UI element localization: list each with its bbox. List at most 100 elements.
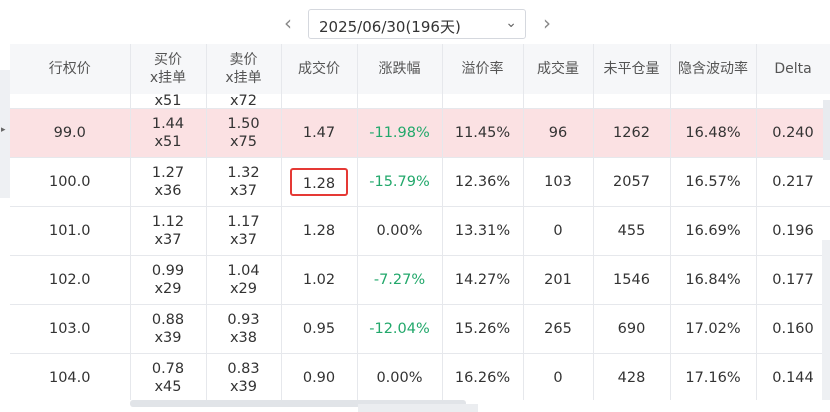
cell-change: -11.98% <box>357 108 443 158</box>
cell-premium: 14.27% <box>442 255 524 305</box>
cell-bid-qty: x51 <box>154 134 182 150</box>
cell-ask-qty: x38 <box>229 330 258 346</box>
cell-volume: 0 <box>523 353 594 400</box>
cell-bid-qty: x29 <box>154 281 182 297</box>
cell-strike: 101.0 <box>10 206 131 256</box>
cell-bid-qty: x37 <box>154 232 182 248</box>
cell-volume: 103 <box>523 157 594 207</box>
header-implied-vol[interactable]: 隐含波动率 <box>670 44 757 94</box>
header-open-interest[interactable]: 未平仓量 <box>593 44 671 94</box>
cell-ask: 1.04 x29 <box>206 255 282 305</box>
header-premium-text: 溢价率 <box>461 61 504 77</box>
table-row-partial: x51 x72 <box>10 94 830 109</box>
cell-change: 0.00% <box>357 206 443 256</box>
cell-oi: 1546 <box>593 255 671 305</box>
header-ask-text: 卖价 <box>229 52 258 68</box>
header-premium[interactable]: 溢价率 <box>442 44 524 94</box>
table-row[interactable]: 104.0 0.78 x45 0.83 x39 0.90 0.00% 16.26% 0 428 17… <box>10 353 830 400</box>
cell-bid-qty: x39 <box>154 330 182 346</box>
cell-bid-qty: x36 <box>154 183 182 199</box>
cell-ask: 1.50 x75 <box>206 108 282 158</box>
header-bid[interactable]: 买价 x挂单 <box>130 44 207 94</box>
table-row[interactable]: 103.0 0.88 x39 0.93 x38 0.95 -12.04% 15.26% 265 6… <box>10 304 830 354</box>
scroll-grip[interactable] <box>358 404 478 412</box>
cell-ask: 1.32 x37 <box>206 157 282 207</box>
table-cell <box>281 94 358 109</box>
cell-premium: 13.31% <box>442 206 524 256</box>
cell-ask: 1.17 x37 <box>206 206 282 256</box>
cell-ask-qty: x37 <box>229 183 258 199</box>
table-cell: x51 <box>130 94 207 109</box>
next-date-icon[interactable]: › <box>535 9 559 37</box>
cell-iv: 16.84% <box>670 255 757 305</box>
cell-strike: 100.0 <box>10 157 131 207</box>
cell-bid: 1.12 x37 <box>130 206 207 256</box>
header-implied-vol-text: 隐含波动率 <box>678 61 748 77</box>
header-last[interactable]: 成交价 <box>281 44 358 94</box>
header-change[interactable]: 涨跌幅 <box>357 44 443 94</box>
cell-iv: 16.57% <box>670 157 757 207</box>
cell-strike: 102.0 <box>10 255 131 305</box>
cell-premium: 16.26% <box>442 353 524 400</box>
table-row[interactable]: 101.0 1.12 x37 1.17 x37 1.28 0.00% 13.31% 0 455 16… <box>10 206 830 256</box>
cell-change: -7.27% <box>357 255 443 305</box>
cell-premium: 12.36% <box>442 157 524 207</box>
cell-strike: 104.0 <box>10 353 131 400</box>
cell-iv: 17.02% <box>670 304 757 354</box>
selected-last-price[interactable]: 1.28 <box>290 168 348 196</box>
cell-change: -12.04% <box>357 304 443 354</box>
cell-ask-qty: x39 <box>229 379 258 395</box>
cell-ask-price: 1.50 <box>227 116 260 132</box>
side-panel-toggle[interactable]: ▸ <box>0 70 10 198</box>
cell-bid: 0.78 x45 <box>130 353 207 400</box>
cell-premium: 11.45% <box>442 108 524 158</box>
header-bid-text: 买价 <box>154 52 182 68</box>
cell-bid: 1.27 x36 <box>130 157 207 207</box>
date-navigation-bar: ‹ 2025/06/30(196天) ⌄ › <box>0 0 830 44</box>
table-cell <box>593 94 671 109</box>
cell-ask-price: 1.17 <box>227 214 260 230</box>
cell-bid-price: 0.88 <box>151 312 185 328</box>
cell-delta: 0.217 <box>756 157 830 207</box>
table-header: 行权价 买价 x挂单 卖价 x挂单 成交价 涨跌幅 溢价率 成交量 未平仓量 隐含波动率 Delta <box>10 44 830 94</box>
chevron-down-icon: ⌄ <box>505 15 517 31</box>
cell-volume: 0 <box>523 206 594 256</box>
header-bid-text: x挂单 <box>149 70 187 86</box>
cell-ask-qty: x75 <box>229 134 258 150</box>
cell-premium: 15.26% <box>442 304 524 354</box>
header-open-interest-text: 未平仓量 <box>603 61 660 77</box>
cell-strike: 103.0 <box>10 304 131 354</box>
prev-date-icon[interactable]: ‹ <box>276 9 300 37</box>
cell-bid-price: 1.12 <box>151 214 185 230</box>
cell-last: 1.28 <box>281 206 358 256</box>
table-cell <box>670 94 757 109</box>
header-volume[interactable]: 成交量 <box>523 44 594 94</box>
cell-last: 0.95 <box>281 304 358 354</box>
table-cell <box>523 94 594 109</box>
table-row[interactable]: 100.0 1.27 x36 1.32 x37 1.28 -15.79% 12.36% 103 2… <box>10 157 830 207</box>
header-delta[interactable]: Delta <box>756 44 830 94</box>
cell-ask-qty: x29 <box>229 281 258 297</box>
header-last-text: 成交价 <box>298 61 340 77</box>
vertical-scrollbar[interactable] <box>822 240 830 400</box>
cell-ask: 0.93 x38 <box>206 304 282 354</box>
cell-ask-price: 0.93 <box>227 312 260 328</box>
table-row[interactable]: 102.0 0.99 x29 1.04 x29 1.02 -7.27% 14.27% 201 15… <box>10 255 830 305</box>
table-cell <box>442 94 524 109</box>
cell-bid-price: 0.99 <box>151 263 185 279</box>
header-ask[interactable]: 卖价 x挂单 <box>206 44 282 94</box>
header-strike[interactable]: 行权价 <box>10 44 131 94</box>
cell-ask-price: 0.83 <box>227 361 260 377</box>
table-cell <box>10 94 131 109</box>
table-row[interactable]: 99.0 1.44 x51 1.50 x75 1.47 -11.98% 11.45% 96 126… <box>10 108 830 158</box>
cell-ask-qty: x37 <box>229 232 258 248</box>
cell-iv: 17.16% <box>670 353 757 400</box>
cell-last: 1.02 <box>281 255 358 305</box>
cell-oi: 690 <box>593 304 671 354</box>
expiry-date-value: 2025/06/30(196天) <box>319 18 461 36</box>
expiry-date-select[interactable]: 2025/06/30(196天) ⌄ <box>308 9 526 39</box>
header-volume-text: 成交量 <box>537 61 579 77</box>
header-strike-text: 行权价 <box>48 61 91 77</box>
cell-volume: 265 <box>523 304 594 354</box>
header-change-text: 涨跌幅 <box>378 61 421 77</box>
